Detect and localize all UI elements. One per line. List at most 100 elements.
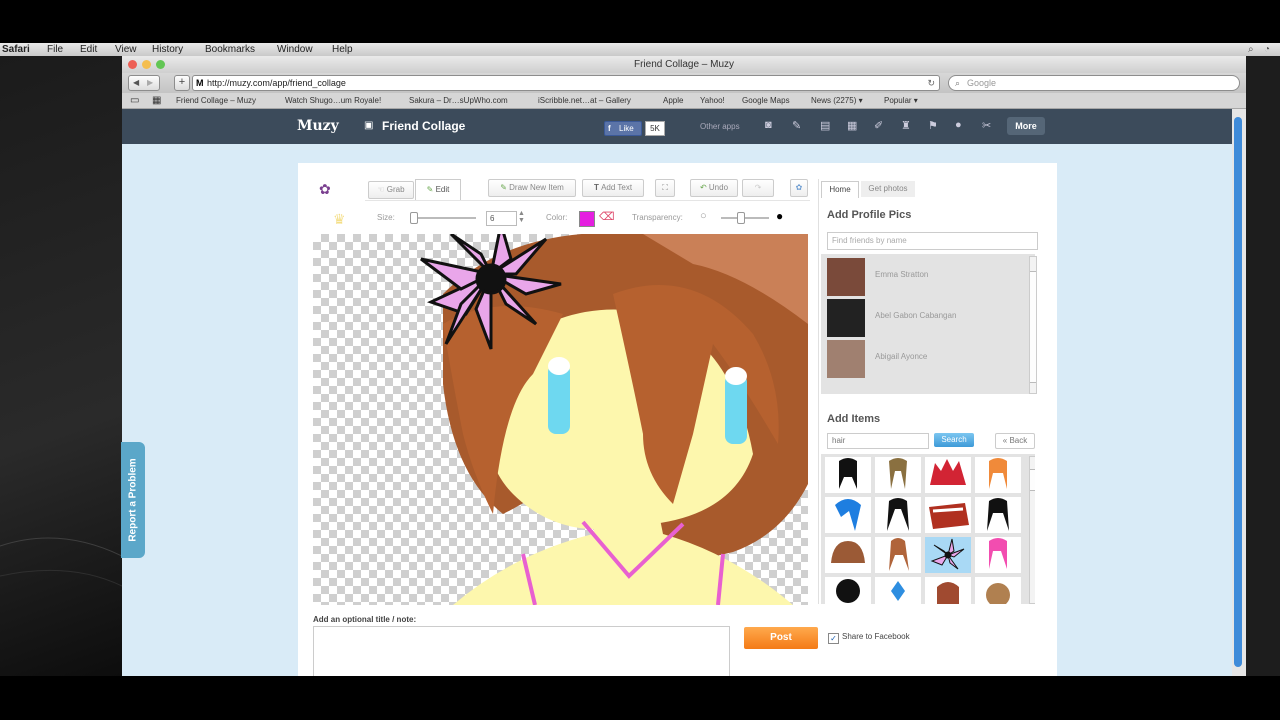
add-text-button[interactable]: T Add Text (582, 179, 644, 197)
speech-app-icon[interactable]: ● (955, 119, 962, 131)
minimize-window-icon[interactable] (142, 60, 151, 69)
spotlight-icon[interactable]: ⌕ (1248, 43, 1254, 56)
tab-grab[interactable]: ☜ Grab (368, 181, 414, 199)
pencil-app-icon[interactable]: ✐ (874, 119, 883, 132)
reading-list-icon[interactable]: ▭ (130, 93, 139, 108)
back-button[interactable]: « Back (995, 433, 1035, 449)
camera-app-icon[interactable]: ◙ (765, 119, 772, 131)
flag-app-icon[interactable]: ⚑ (928, 119, 938, 132)
google-search-field[interactable]: ⌕ Google (948, 75, 1240, 91)
bookmark-item[interactable]: Yahoo! (700, 93, 725, 108)
menu-bookmarks[interactable]: Bookmarks (205, 43, 255, 56)
hair-item[interactable] (925, 577, 971, 604)
color-swatch[interactable] (579, 211, 595, 227)
settings-button[interactable]: ✿ (790, 179, 808, 197)
size-slider-thumb[interactable] (410, 212, 418, 224)
friends-scrollbar[interactable] (1029, 256, 1037, 394)
items-scroll-thumb[interactable] (1030, 469, 1035, 491)
bookmark-item[interactable]: Apple (663, 93, 683, 108)
post-button[interactable]: Post (744, 627, 818, 649)
more-apps-button[interactable]: More (1007, 117, 1045, 135)
forward-arrow-icon[interactable]: ▶ (147, 76, 153, 90)
muzy-logo[interactable]: Muzy (297, 118, 339, 134)
tab-edit[interactable]: ✎ Edit (415, 179, 461, 201)
photo-app-icon[interactable]: ▤ (820, 119, 830, 132)
hair-item[interactable] (875, 577, 921, 604)
back-forward-buttons[interactable]: ◀ ▶ (128, 75, 160, 91)
hair-item[interactable] (875, 457, 921, 493)
size-label: Size: (377, 213, 395, 222)
app-title[interactable]: Friend Collage (382, 119, 465, 133)
menu-history[interactable]: History (152, 43, 183, 56)
note-label: Add an optional title / note: (313, 615, 417, 624)
hair-item-selected[interactable] (925, 537, 971, 573)
hair-item[interactable] (975, 537, 1021, 573)
bookmark-item[interactable]: Google Maps (742, 93, 790, 108)
reload-icon[interactable]: ↻ (927, 76, 935, 90)
add-bookmark-button[interactable]: + (174, 75, 190, 91)
menu-window[interactable]: Window (277, 43, 313, 56)
bookmark-item[interactable]: iScribble.net…at – Gallery (538, 93, 631, 108)
size-input[interactable]: 6 (486, 211, 517, 226)
items-scrollbar[interactable] (1029, 456, 1035, 604)
transparency-slider-thumb[interactable] (737, 212, 745, 224)
list-item[interactable]: Abel Gabon Cabangan (825, 297, 1031, 337)
address-bar[interactable]: M http://muzy.com/app/friend_collage ↻ (192, 75, 940, 91)
page-scrollbar[interactable] (1232, 109, 1246, 676)
drawing-canvas[interactable] (313, 234, 808, 605)
transparency-slider[interactable] (721, 212, 769, 224)
bookmarks-bar: ▭ ▦ Friend Collage – Muzy Watch Shugo…um… (122, 93, 1246, 109)
size-slider[interactable] (410, 212, 476, 224)
transparency-label: Transparency: (632, 213, 683, 222)
hair-item[interactable] (825, 457, 871, 493)
undo-label: Undo (708, 183, 729, 192)
eraser-icon[interactable]: ⌫ (599, 210, 615, 223)
film-app-icon[interactable]: ▦ (847, 119, 857, 132)
items-search-input[interactable]: hair (827, 433, 929, 449)
find-friends-input[interactable]: Find friends by name (827, 232, 1038, 250)
list-item[interactable]: Emma Stratton (825, 256, 1031, 296)
bookmark-item[interactable]: Watch Shugo…um Royale! (285, 93, 381, 108)
bookmark-item[interactable]: Popular ▾ (884, 93, 918, 108)
chat-app-icon[interactable]: ✎ (792, 119, 801, 132)
tab-home[interactable]: Home (821, 181, 859, 198)
menu-help[interactable]: Help (332, 43, 353, 56)
hair-item[interactable] (875, 497, 921, 533)
note-textarea[interactable] (313, 626, 730, 676)
shirt-app-icon[interactable]: ♜ (901, 119, 911, 132)
bookmark-item[interactable]: Sakura – Dr…sUpWho.com (409, 93, 508, 108)
share-checkbox[interactable]: ✓ (828, 633, 839, 644)
page-scroll-thumb[interactable] (1234, 117, 1242, 667)
items-search-button[interactable]: Search (934, 433, 974, 447)
hair-item[interactable] (975, 457, 1021, 493)
close-window-icon[interactable] (128, 60, 137, 69)
menu-safari[interactable]: Safari (2, 43, 30, 56)
fullscreen-button[interactable]: ⛶ (655, 179, 675, 197)
bookmark-item[interactable]: Friend Collage – Muzy (176, 93, 256, 108)
zoom-window-icon[interactable] (156, 60, 165, 69)
hair-item[interactable] (825, 537, 871, 573)
hair-item[interactable] (925, 457, 971, 493)
scissors-app-icon[interactable]: ✂ (982, 119, 991, 132)
hair-item[interactable] (925, 497, 971, 533)
friends-scroll-thumb[interactable] (1030, 271, 1036, 383)
hair-item[interactable] (975, 497, 1021, 533)
draw-new-item-button[interactable]: ✎ Draw New Item (488, 179, 576, 197)
menu-file[interactable]: File (47, 43, 63, 56)
redo-button[interactable]: ↷ (742, 179, 774, 197)
facebook-like-button[interactable]: f Like (604, 121, 642, 136)
menu-edit[interactable]: Edit (80, 43, 97, 56)
hair-item[interactable] (825, 497, 871, 533)
hair-item[interactable] (975, 577, 1021, 604)
tab-get-photos[interactable]: Get photos (861, 181, 915, 197)
hair-item[interactable] (825, 577, 871, 604)
size-stepper-icon[interactable]: ▲ ▼ (518, 210, 525, 224)
bookmark-item[interactable]: News (2275) ▾ (811, 93, 863, 108)
top-sites-icon[interactable]: ▦ (152, 93, 161, 108)
report-problem-tab[interactable]: Report a Problem (121, 442, 145, 558)
list-item[interactable]: Abigail Ayonce (825, 338, 1031, 378)
undo-button[interactable]: ↶ Undo (690, 179, 738, 197)
menu-view[interactable]: View (115, 43, 137, 56)
hair-item[interactable] (875, 537, 921, 573)
back-arrow-icon[interactable]: ◀ (133, 76, 139, 90)
